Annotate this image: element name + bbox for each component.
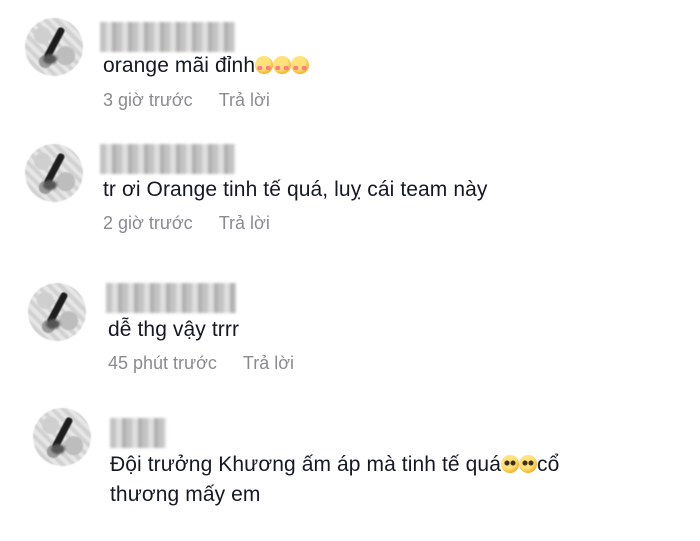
comment-text-line1: Đội trưởng Khương ấm áp mà tinh tế quá <box>110 453 501 476</box>
avatar[interactable] <box>28 283 86 341</box>
username-blurred[interactable] <box>100 22 235 52</box>
comment-text: orange mãi đỉnh <box>103 51 310 81</box>
comment-time: 2 giờ trước <box>103 213 193 233</box>
avatar[interactable] <box>33 408 91 466</box>
reply-button[interactable]: Trả lời <box>243 353 294 373</box>
reply-button[interactable]: Trả lời <box>219 213 270 233</box>
smiling-face-with-hearts-icon <box>273 56 292 74</box>
username-blurred[interactable] <box>110 418 166 448</box>
comment-text: dễ thg vậy trrr <box>108 318 240 341</box>
avatar-shadow <box>43 54 57 64</box>
comment-text-line1-end: cổ <box>537 453 560 476</box>
pleading-face-icon <box>501 455 519 473</box>
comment-time: 45 phút trước <box>108 353 217 373</box>
comment-text-line2: thương mấy em <box>110 483 261 506</box>
avatar[interactable] <box>25 18 83 76</box>
comment-meta: 3 giờ trước Trả lời <box>103 90 270 111</box>
comment-meta: 2 giờ trước Trả lời <box>103 213 270 234</box>
comment-meta: 45 phút trước Trả lời <box>108 353 294 374</box>
smiling-face-with-hearts-icon <box>255 56 274 74</box>
comment-time: 3 giờ trước <box>103 90 193 110</box>
comment-text: Đội trưởng Khương ấm áp mà tinh tế quá cổ… <box>110 450 670 510</box>
username-blurred[interactable] <box>106 283 236 313</box>
avatar[interactable] <box>25 144 83 202</box>
smiling-face-with-hearts-icon <box>291 56 310 74</box>
username-blurred[interactable] <box>100 144 235 174</box>
comment-text-content: orange mãi đỉnh <box>103 54 256 77</box>
avatar-shadow <box>43 180 57 190</box>
pleading-face-icon <box>519 455 537 473</box>
avatar-shadow <box>46 319 60 329</box>
avatar-shadow <box>51 444 65 454</box>
reply-button[interactable]: Trả lời <box>219 90 270 110</box>
comment-text: tr ơi Orange tinh tế quá, luỵ cái team n… <box>103 178 488 201</box>
